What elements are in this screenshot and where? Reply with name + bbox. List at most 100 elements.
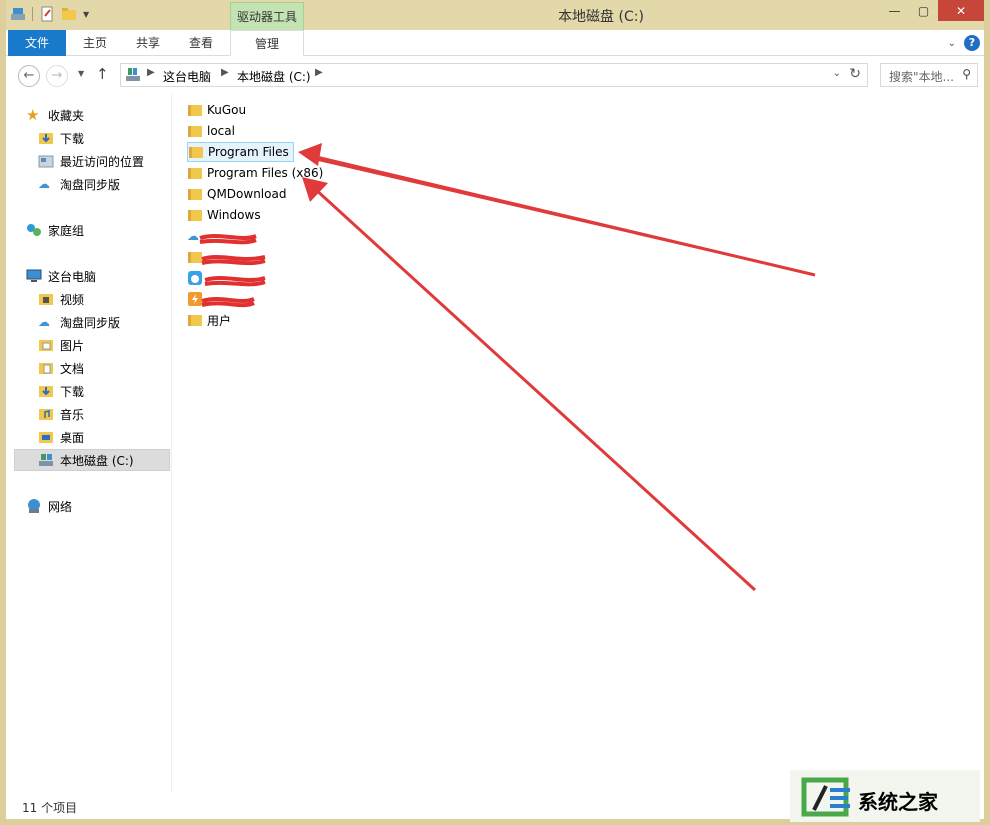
sidebar-item-label: 最近访问的位置 (60, 154, 145, 169)
file-name: QMDownload (207, 187, 287, 201)
folder-icon (188, 315, 202, 326)
downloads-icon (39, 133, 53, 144)
cloud-icon: ☁ (38, 177, 50, 191)
recent-locations-icon[interactable]: ▼ (78, 69, 84, 78)
sidebar-item-recent-places[interactable]: 最近访问的位置 (38, 150, 144, 172)
folder-icon (188, 210, 202, 221)
new-folder-icon[interactable] (61, 6, 77, 22)
tab-share[interactable]: 共享 (122, 30, 174, 56)
sidebar-this-pc[interactable]: 这台电脑 (26, 265, 96, 287)
sidebar-item-documents[interactable]: 文档 (38, 357, 84, 379)
file-name: Program Files (x86) (207, 166, 324, 180)
help-icon[interactable]: ? (964, 35, 980, 51)
folder-icon (188, 168, 202, 179)
sidebar-item-label: 下载 (60, 384, 85, 399)
list-item-program-files[interactable]: Program Files (187, 142, 294, 162)
list-item-redacted[interactable] (187, 247, 267, 267)
sidebar-item-label: 这台电脑 (48, 269, 97, 284)
up-button[interactable]: ↑ (96, 65, 109, 83)
sidebar-item-music[interactable]: 音乐 (38, 403, 84, 425)
properties-icon[interactable] (39, 6, 55, 22)
tab-manage[interactable]: 管理 (230, 30, 304, 56)
list-item[interactable]: QMDownload (187, 184, 290, 204)
address-dropdown-icon[interactable]: ⌄ (833, 68, 841, 79)
tab-home[interactable]: 主页 (68, 30, 122, 56)
list-item-redacted[interactable] (187, 268, 267, 288)
sidebar-network[interactable]: 网络 (26, 495, 72, 517)
tab-view[interactable]: 查看 (174, 30, 228, 56)
list-item-redacted[interactable] (187, 289, 267, 309)
sidebar-item-taopan-sync[interactable]: ☁ 淘盘同步版 (38, 173, 120, 195)
file-name: 用户 (207, 313, 232, 328)
sidebar-item-local-disk-c[interactable]: 本地磁盘 (C:) (14, 449, 170, 471)
title-bar: ▼ 驱动器工具 本地磁盘 (C:) — ▢ ✕ (6, 0, 984, 30)
sidebar-item-label: 网络 (48, 499, 73, 514)
breadcrumb-this-pc[interactable]: 这台电脑 (163, 68, 211, 85)
customize-qat-icon[interactable]: ▼ (83, 10, 89, 19)
this-pc-icon (26, 269, 42, 282)
videos-icon (39, 294, 53, 305)
navigation-pane: ★ 收藏夹 下载 最近访问的位置 ☁ 淘盘同步版 家庭组 这台电脑 视频 ☁ 淘… (6, 93, 172, 793)
file-name: Windows (207, 208, 261, 222)
sidebar-favorites[interactable]: ★ 收藏夹 (26, 104, 84, 126)
ribbon-right-controls: ⌄ ? (948, 35, 980, 51)
sidebar-item-label: 音乐 (60, 407, 85, 422)
file-list: KuGou local Program Files Program Files … (173, 93, 984, 793)
network-icon (28, 499, 40, 513)
folder-icon (188, 126, 202, 137)
tab-file[interactable]: 文件 (8, 30, 66, 56)
sidebar-item-label: 图片 (60, 338, 85, 353)
list-item[interactable]: 用户 (187, 310, 235, 330)
file-name: Program Files (208, 145, 289, 159)
recent-places-icon (38, 155, 54, 168)
sidebar-item-desktop[interactable]: 桌面 (38, 426, 84, 448)
sidebar-item-label: 桌面 (60, 430, 85, 445)
list-item[interactable]: Windows (187, 205, 265, 225)
item-count: 11 个项目 (22, 801, 78, 815)
search-placeholder: 搜索"本地... (889, 70, 954, 84)
watermark-logo (801, 777, 850, 817)
list-item[interactable]: local (187, 121, 239, 141)
thunder-download-icon (188, 292, 202, 306)
folder-icon (188, 105, 202, 116)
list-item[interactable]: KuGou (187, 100, 250, 120)
forward-button[interactable]: → (46, 65, 68, 87)
breadcrumb-separator[interactable]: ▶ (315, 67, 323, 78)
documents-icon (39, 363, 53, 374)
maximize-button[interactable]: ▢ (909, 0, 938, 21)
address-bar[interactable]: ▶ 这台电脑 ▶ 本地磁盘 (C:) ▶ ⌄ ↻ (120, 63, 868, 87)
sidebar-item-label: 下载 (60, 131, 85, 146)
drive-icon (39, 454, 53, 466)
downloads-icon (39, 386, 53, 397)
folder-icon (188, 189, 202, 200)
sidebar-item-label: 收藏夹 (48, 108, 85, 123)
quick-access-toolbar: ▼ (10, 6, 89, 22)
back-button[interactable]: ← (18, 65, 40, 87)
search-icon[interactable]: ⚲ (962, 67, 971, 81)
breadcrumb-separator[interactable]: ▶ (147, 67, 155, 78)
folder-icon (188, 252, 202, 263)
sidebar-item-downloads[interactable]: 下载 (38, 380, 84, 402)
refresh-icon[interactable]: ↻ (849, 66, 861, 82)
pictures-icon (39, 340, 53, 351)
sidebar-item-taopan-sync[interactable]: ☁ 淘盘同步版 (38, 311, 120, 333)
sidebar-homegroup[interactable]: 家庭组 (26, 219, 84, 241)
sidebar-item-label: 淘盘同步版 (60, 177, 121, 192)
search-input[interactable]: 搜索"本地... ⚲ (880, 63, 978, 87)
cloud-icon: ☁ (187, 229, 199, 243)
sidebar-item-downloads[interactable]: 下载 (38, 127, 84, 149)
computer-icon (126, 68, 140, 81)
minimize-button[interactable]: — (880, 0, 909, 21)
drive-icon[interactable] (10, 6, 26, 22)
watermark-text: 系统之家 (858, 790, 938, 814)
expand-ribbon-icon[interactable]: ⌄ (948, 38, 956, 49)
breadcrumb-local-disk[interactable]: 本地磁盘 (C:) (237, 68, 311, 85)
cloud-icon: ☁ (38, 315, 50, 329)
explorer-window: ▼ 驱动器工具 本地磁盘 (C:) — ▢ ✕ 文件 主页 共享 查看 管理 ⌄… (0, 0, 990, 825)
close-button[interactable]: ✕ (938, 0, 984, 21)
sidebar-item-pictures[interactable]: 图片 (38, 334, 84, 356)
list-item-program-files-x86[interactable]: Program Files (x86) (187, 163, 327, 183)
breadcrumb-separator[interactable]: ▶ (221, 67, 229, 78)
list-item-redacted[interactable]: ☁ (187, 226, 267, 246)
sidebar-item-videos[interactable]: 视频 (38, 288, 84, 310)
